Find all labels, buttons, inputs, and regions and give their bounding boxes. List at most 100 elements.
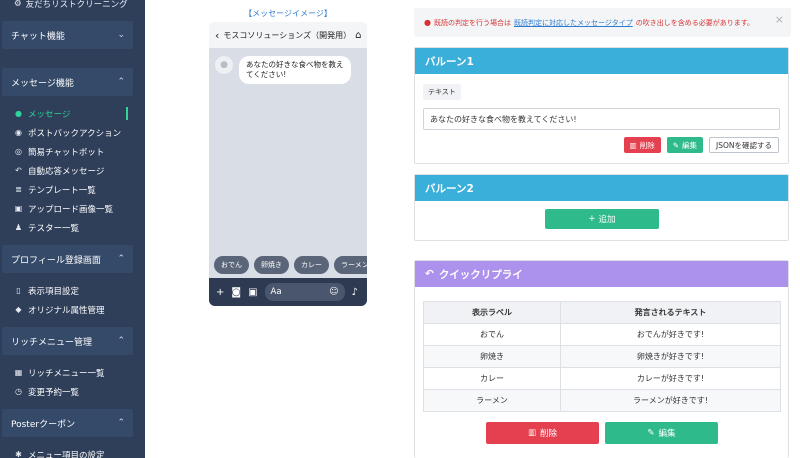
balloon-1-actions: ▥ 削除 ✎ 編集 JSONを確認する (415, 137, 779, 153)
sidebar-section-profile[interactable]: プロフィール登録画面 ⌃ (2, 245, 133, 273)
sidebar-item-label: 自動応答メッセージ (28, 166, 105, 177)
sidebar-item-label: テスター一覧 (28, 223, 80, 234)
sidebar-item-label: リッチメニュー一覧 (28, 368, 105, 379)
read-judgement-alert: ● 既読の判定を行う場合は 既読判定に対応したメッセージタイプ の吹き出しを含め… (414, 8, 791, 37)
sidebar-section-message[interactable]: メッセージ機能 ⌃ (2, 68, 133, 96)
home-icon: ⌂ (355, 29, 362, 41)
sidebar-section-label: Posterクーポン (11, 419, 76, 430)
trash-icon: ▥ (527, 428, 536, 438)
balloon-text-field[interactable]: あなたの好きな食べ物を教えてください! (423, 108, 780, 130)
edit-button[interactable]: ✎ 編集 (666, 137, 703, 153)
sidebar-item-label: 友だちリストクリーニング (25, 0, 128, 10)
image-icon[interactable]: ▣ (248, 287, 257, 298)
sidebar-item-postback-action[interactable]: ◉ ポストバックアクション (0, 123, 145, 142)
gear-icon: ✱ (15, 450, 22, 458)
chat-input[interactable]: Aa ☺ (264, 283, 345, 301)
phone-input-bar: + ◙ ▣ Aa ☺ ♪ (209, 278, 367, 306)
close-icon[interactable]: × (775, 13, 784, 26)
quick-reply-table: 表示ラベル 発言されるテキスト おでん おでんが好きです! 卵焼き 卵焼きが好き… (423, 301, 781, 412)
chat-input-placeholder: Aa (270, 287, 282, 297)
sidebar-item-tester-list[interactable]: ♟ テスター一覧 (0, 218, 145, 237)
plus-icon[interactable]: + (216, 287, 224, 298)
sidebar-item-rich-menu-list[interactable]: ▦ リッチメニュー一覧 (0, 363, 145, 382)
image-icon: ▣ (14, 204, 23, 213)
delete-button[interactable]: ▥ 削除 (623, 137, 661, 153)
label-cell: 卵焼き (423, 345, 561, 368)
text-cell: 卵焼きが好きです! (560, 345, 781, 368)
alert-link[interactable]: 既読判定に対応したメッセージタイプ (514, 18, 633, 28)
balloon-1-card: バルーン1 テキスト あなたの好きな食べ物を教えてください! ▥ 削除 ✎ 編集… (414, 47, 789, 164)
grid-icon: ▦ (14, 368, 23, 377)
layers-icon: ≣ (15, 185, 22, 194)
sidebar-item-display-settings[interactable]: ▯ 表示項目設定 (0, 281, 145, 300)
sidebar-section-label: プロフィール登録画面 (11, 255, 101, 266)
text-cell: おでんが好きです! (560, 323, 781, 346)
chevron-up-icon: ⌃ (117, 336, 125, 346)
tag-icon: ◆ (15, 305, 22, 314)
sidebar-item-label: ポストバックアクション (28, 128, 122, 139)
camera-icon[interactable]: ◙ (231, 287, 241, 298)
alert-prefix: 既読の判定を行う場合は (433, 18, 511, 27)
users-icon: ♟ (14, 223, 23, 232)
button-label: 編集 (682, 140, 697, 150)
mic-icon[interactable]: ♪ (352, 287, 358, 298)
sidebar-item-label: テンプレート一覧 (28, 185, 96, 196)
reply-all-icon: ↶ (425, 268, 434, 280)
table-row: おでん おでんが好きです! (423, 323, 781, 346)
sidebar-item-template-list[interactable]: ≣ テンプレート一覧 (0, 180, 145, 199)
delete-quick-reply-button[interactable]: ▥ 削除 (486, 422, 599, 444)
sidebar-item-change-reservations[interactable]: ◷ 変更予約一覧 (0, 382, 145, 401)
quick-reply-chip[interactable]: ラーメン (334, 256, 367, 274)
quick-reply-chip[interactable]: おでん (214, 256, 249, 274)
column-header: 発言されるテキスト (560, 301, 781, 324)
balloon-2-header: バルーン2 (415, 175, 788, 201)
sidebar-section-rich-menu[interactable]: リッチメニュー管理 ⌃ (2, 327, 133, 355)
sidebar-item-original-attributes[interactable]: ◆ オリジナル属性管理 (0, 300, 145, 319)
message-row: ● あなたの好きな食べ物を教えてください! (215, 56, 351, 85)
edit-quick-reply-button[interactable]: ✎ 編集 (605, 422, 718, 444)
sidebar: ⚙ 友だちリストクリーニング チャット機能 ⌄ メッセージ機能 ⌃ ● メッセー… (0, 0, 145, 458)
table-row: ラーメン ラーメンが好きです! (423, 389, 781, 412)
view-json-button[interactable]: JSONを確認する (709, 137, 779, 153)
sidebar-item-menu-settings[interactable]: ✱ メニュー項目の設定 (0, 445, 145, 458)
pencil-icon: ✎ (647, 428, 655, 438)
sidebar-item-uploaded-images[interactable]: ▣ アップロード画像一覧 (0, 199, 145, 218)
quick-reply-chip[interactable]: 卵焼き (254, 256, 289, 274)
balloon-2-card: バルーン2 + 追加 (414, 174, 789, 241)
column-header: 表示ラベル (423, 301, 561, 324)
sidebar-item-label: 変更予約一覧 (28, 387, 80, 398)
preview-title: 【メッセージイメージ】 (244, 9, 332, 18)
chevron-up-icon: ⌃ (117, 254, 125, 264)
chat-bubble-icon: ● (15, 109, 22, 118)
message-bubble: あなたの好きな食べ物を教えてください! (239, 56, 351, 85)
card-title: バルーン1 (425, 55, 474, 68)
chevron-left-icon: ‹ (215, 28, 220, 42)
quick-reply-header: ↶ クイックリプライ (415, 261, 788, 287)
sidebar-item-auto-reply[interactable]: ↶ 自動応答メッセージ (0, 161, 145, 180)
sidebar-item-friend-list-cleaning[interactable]: ⚙ 友だちリストクリーニング (0, 0, 145, 11)
message-type-tag: テキスト (423, 84, 461, 100)
mobile-icon: ▯ (16, 286, 21, 295)
avatar: ● (215, 56, 233, 74)
phone-preview: ‹ モスコソリューションズ（開発用） ⌂ ⌄ ● あなたの好きな食べ物を教えてく… (209, 22, 367, 306)
add-balloon-button[interactable]: + 追加 (545, 209, 659, 229)
label-cell: ラーメン (423, 389, 561, 412)
broom-icon: ⚙ (14, 0, 22, 9)
table-header-row: 表示ラベル 発言されるテキスト (423, 301, 781, 324)
pencil-icon: ✎ (672, 140, 679, 150)
quick-reply-row: おでん 卵焼き カレー ラーメン (214, 256, 367, 274)
account-name: モスコソリューションズ（開発用） (223, 30, 352, 40)
quick-reply-chip[interactable]: カレー (294, 256, 329, 274)
emoji-icon[interactable]: ☺ (329, 287, 338, 297)
button-label: 削除 (639, 140, 655, 150)
sidebar-section-poster-coupon[interactable]: Posterクーポン ⌃ (2, 409, 133, 437)
sidebar-item-message[interactable]: ● メッセージ (0, 104, 145, 123)
alert-icon: ● (424, 18, 431, 27)
sidebar-item-label: オリジナル属性管理 (28, 305, 105, 316)
sidebar-section-label: チャット機能 (11, 31, 65, 42)
text-cell: ラーメンが好きです! (560, 389, 781, 412)
clock-icon: ◷ (15, 387, 22, 396)
card-title: バルーン2 (425, 182, 474, 195)
sidebar-item-simple-chatbot[interactable]: ◎ 簡易チャットボット (0, 142, 145, 161)
sidebar-section-chat[interactable]: チャット機能 ⌄ (2, 21, 133, 49)
